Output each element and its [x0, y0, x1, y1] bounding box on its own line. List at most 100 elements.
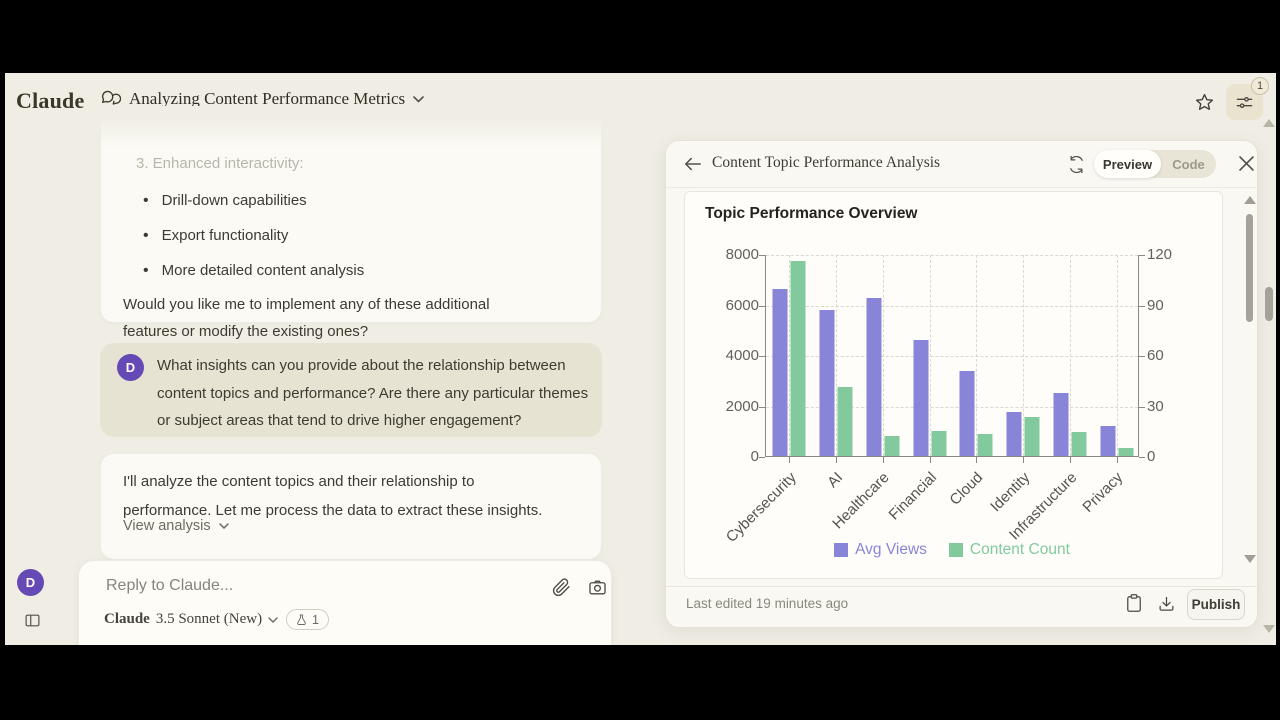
- bar-group: [1053, 393, 1086, 456]
- x-axis-label: AI: [824, 469, 846, 491]
- artifact-header: Content Topic Performance Analysis Previ…: [666, 141, 1257, 188]
- download-button[interactable]: [1156, 593, 1176, 613]
- bar-content-count: [838, 387, 853, 456]
- favorite-star-button[interactable]: [1191, 89, 1217, 115]
- download-icon: [1158, 595, 1175, 612]
- refresh-button[interactable]: [1066, 154, 1086, 174]
- bar-content-count: [978, 434, 993, 456]
- account-avatar-button[interactable]: D: [17, 569, 44, 596]
- app-window: Claude Analyzing Content Performance Met…: [5, 73, 1276, 645]
- conversation-title: Analyzing Content Performance Metrics: [129, 89, 405, 109]
- claude-logo: Claude: [16, 88, 84, 114]
- assistant-message-1: 3. Enhanced interactivity: •Drill-down c…: [100, 110, 602, 323]
- artifact-scrollbar-up-arrow[interactable]: [1244, 196, 1256, 204]
- assistant-message-2: I'll analyze the content topics and thei…: [100, 453, 602, 560]
- chart-legend: Avg Views Content Count: [765, 541, 1139, 559]
- conversation-title-menu[interactable]: Analyzing Content Performance Metrics: [101, 89, 424, 109]
- sidebar-toggle-button[interactable]: [21, 609, 43, 631]
- attach-file-button[interactable]: [550, 576, 572, 598]
- x-axis-label: Identity: [987, 469, 1033, 515]
- bar-content-count: [1025, 417, 1040, 456]
- sidebar-icon: [24, 612, 41, 629]
- copy-button[interactable]: [1124, 593, 1144, 613]
- x-axis-label: Cybersecurity: [723, 469, 800, 546]
- bar-group: [1100, 426, 1133, 456]
- bar-avg-views: [866, 298, 881, 456]
- axis-tick-label: 60: [1147, 347, 1164, 365]
- refresh-icon: [1068, 156, 1085, 173]
- view-analysis-toggle[interactable]: View analysis: [123, 518, 229, 534]
- paperclip-icon: [552, 578, 571, 597]
- chevron-down-icon: [219, 523, 229, 529]
- chevron-down-icon: [268, 617, 278, 623]
- user-avatar: D: [117, 354, 144, 381]
- bar-group: [773, 261, 806, 456]
- sliders-icon: [1235, 93, 1254, 112]
- chart-plot-area: CybersecurityAIHealthcareFinancialCloudI…: [765, 255, 1139, 457]
- left-axis-labels: 02000400060008000: [699, 255, 759, 457]
- assistant-message-text: I'll analyze the content topics and thei…: [123, 468, 553, 525]
- tab-preview[interactable]: Preview: [1094, 150, 1161, 178]
- bar-content-count: [1118, 448, 1133, 456]
- legend-item: Avg Views: [834, 541, 927, 559]
- bar-group: [820, 310, 853, 456]
- bar-content-count: [884, 436, 899, 456]
- list-item: •Export functionality: [143, 222, 364, 249]
- right-axis-labels: 0306090120: [1147, 255, 1217, 457]
- bar-group: [960, 371, 993, 456]
- bar-content-count: [791, 261, 806, 456]
- bar-avg-views: [960, 371, 975, 456]
- chart-card: Topic Performance Overview 0200040006000…: [684, 191, 1223, 579]
- legend-swatch: [834, 543, 848, 557]
- page-scrollbar-down-arrow[interactable]: [1263, 625, 1275, 633]
- artifact-panel: Content Topic Performance Analysis Previ…: [665, 140, 1258, 628]
- style-count-pill[interactable]: 1: [286, 609, 329, 630]
- publish-button[interactable]: Publish: [1187, 589, 1245, 620]
- axis-tick-label: 90: [1147, 297, 1164, 315]
- user-message: D What insights can you provide about th…: [100, 343, 602, 437]
- axis-tick-label: 120: [1147, 246, 1172, 264]
- controls-count-badge: 1: [1251, 77, 1269, 95]
- legend-label: Avg Views: [855, 541, 927, 559]
- feature-bullet-list: •Drill-down capabilities •Export functio…: [143, 187, 364, 292]
- close-artifact-button[interactable]: [1236, 153, 1256, 173]
- page-scrollbar-up-arrow[interactable]: [1263, 119, 1275, 127]
- axis-tick-label: 0: [751, 448, 759, 466]
- page-scrollbar-thumb[interactable]: [1265, 287, 1273, 321]
- numbered-list-item: 3. Enhanced interactivity:: [136, 155, 304, 172]
- tab-code[interactable]: Code: [1161, 157, 1216, 172]
- bar-group: [1007, 412, 1040, 456]
- user-message-text: What insights can you provide about the …: [157, 352, 594, 435]
- legend-label: Content Count: [970, 541, 1070, 559]
- chevron-down-icon: [413, 96, 424, 103]
- artifact-scrollbar-down-arrow[interactable]: [1244, 555, 1256, 563]
- bar-group: [913, 340, 946, 456]
- bar-avg-views: [1053, 393, 1068, 456]
- list-item: •More detailed content analysis: [143, 257, 364, 284]
- x-axis-label: Privacy: [1080, 469, 1127, 516]
- bar-content-count: [931, 431, 946, 456]
- bar-group: [866, 298, 899, 456]
- closing-question: Would you like me to implement any of th…: [123, 291, 531, 345]
- screen: Claude Analyzing Content Performance Met…: [0, 0, 1280, 720]
- legend-item: Content Count: [949, 541, 1070, 559]
- model-selector[interactable]: Claude 3.5 Sonnet (New): [104, 611, 278, 628]
- bar-avg-views: [820, 310, 835, 456]
- close-icon: [1239, 156, 1254, 171]
- screenshot-button[interactable]: [586, 576, 608, 598]
- axis-tick-label: 6000: [726, 297, 759, 315]
- reply-input[interactable]: Reply to Claude...: [106, 577, 233, 595]
- artifact-scrollbar-thumb[interactable]: [1246, 214, 1253, 322]
- bar-avg-views: [1007, 412, 1022, 456]
- camera-icon: [588, 578, 607, 597]
- arrow-left-icon: [684, 157, 702, 171]
- chat-bubbles-icon: [101, 89, 121, 109]
- bar-avg-views: [1100, 426, 1115, 456]
- x-axis-label: Cloud: [947, 469, 987, 509]
- axis-tick-label: 30: [1147, 398, 1164, 416]
- reply-composer[interactable]: Reply to Claude... Claude 3.5 Sonnet (Ne…: [78, 560, 612, 645]
- axis-tick-label: 8000: [726, 246, 759, 264]
- back-button[interactable]: [681, 152, 705, 176]
- bar-avg-views: [773, 289, 788, 456]
- x-axis-label: Financial: [885, 469, 939, 523]
